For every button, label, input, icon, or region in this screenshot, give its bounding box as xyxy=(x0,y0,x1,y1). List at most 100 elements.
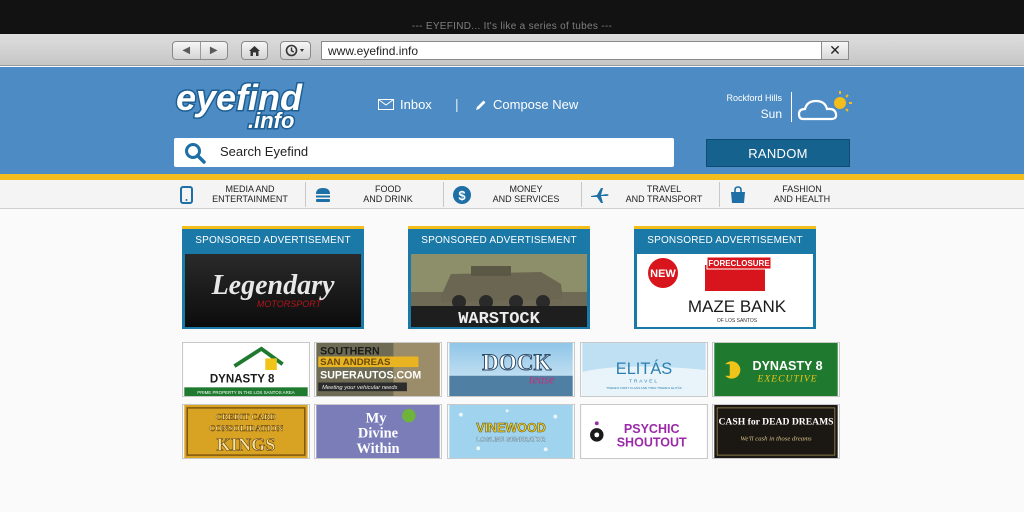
cck-line1: CREDIT CARD xyxy=(216,411,277,421)
category-label-line2: AND HEALTH xyxy=(773,194,831,204)
logo-bottom-text: .info xyxy=(248,108,294,132)
elitas-tagline: THERE'S FIRST CLASS AND THEN THERE'S ELI… xyxy=(606,386,681,390)
mdw-line2: Divine xyxy=(358,426,399,442)
svg-text:$: $ xyxy=(458,188,466,203)
tablet-icon xyxy=(180,186,193,204)
tile-docktease[interactable]: DOCK tease xyxy=(447,342,575,397)
legendary-title: Legendary xyxy=(211,270,335,301)
psychic-line1: PSYCHIC xyxy=(624,422,680,436)
tile-dynasty8[interactable]: DYNASTY 8 PRIME PROPERTY IN THE LOS SANT… xyxy=(182,342,310,397)
clock-icon xyxy=(285,44,304,57)
maze-bank-title: MAZE BANK xyxy=(688,297,787,316)
address-bar[interactable]: www.eyefind.info ✕ xyxy=(321,41,849,60)
compose-link[interactable]: Compose New xyxy=(475,97,578,112)
cfdd-subtitle: We'll cash in those dreams xyxy=(740,436,812,443)
tile-my-divine-within[interactable]: My Divine Within xyxy=(314,404,442,459)
back-button[interactable]: ◀ xyxy=(173,42,201,59)
inbox-label: Inbox xyxy=(400,97,432,112)
category-media-entertainment[interactable]: MEDIA AND ENTERTAINMENT xyxy=(170,180,304,209)
sponsored-ad-maze-bank[interactable]: SPONSORED ADVERTISEMENT NEW FORECLOSURE … xyxy=(634,226,816,329)
category-travel-transport[interactable]: TRAVEL AND TRANSPORT xyxy=(584,180,718,209)
tile-credit-card-kings[interactable]: CREDIT CARD CONSOLIDATION KINGS xyxy=(182,404,310,459)
compose-label: Compose New xyxy=(493,97,579,112)
category-label-line1: TRAVEL xyxy=(646,184,682,194)
envelope-icon xyxy=(378,99,394,110)
dollar-icon: $ xyxy=(453,186,471,204)
tile-dynasty8-executive[interactable]: DYNASTY 8 EXECUTIVE xyxy=(712,342,840,397)
random-button[interactable]: RANDOM xyxy=(706,139,850,167)
vinewood-title: VINEWOOD xyxy=(476,421,546,435)
tile-vinewood-logline[interactable]: VINEWOOD LOGLINE GENERATOR xyxy=(447,404,575,459)
vinewood-subtitle: LOGLINE GENERATOR xyxy=(477,437,546,444)
maze-bank-subtitle: OF LOS SANTOS xyxy=(717,318,758,324)
eyefind-logo[interactable]: eyefind .info xyxy=(174,78,320,132)
warstock-title: WARSTOCK xyxy=(458,310,540,327)
forward-button[interactable]: ▶ xyxy=(201,42,228,59)
category-label-line1: MEDIA AND xyxy=(225,184,275,194)
dynasty8-title: DYNASTY 8 xyxy=(210,374,275,386)
window-title: --- EYEFIND... It's like a series of tub… xyxy=(411,21,613,32)
superautos-line1: SOUTHERN xyxy=(320,346,379,358)
history-button[interactable] xyxy=(280,41,311,60)
cck-line2: CONSOLIDATION xyxy=(209,423,284,433)
superautos-tagline: Meeting your vehicular needs xyxy=(322,385,397,391)
tile-cash-for-dead-dreams[interactable]: CASH for DEAD DREAMS We'll cash in those… xyxy=(712,404,840,459)
search-icon xyxy=(185,143,206,164)
sponsored-ad-warstock[interactable]: SPONSORED ADVERTISEMENT WARSTOCK xyxy=(408,226,590,329)
home-icon xyxy=(249,45,260,56)
back-arrow-icon: ◀ xyxy=(182,45,191,56)
cfdd-title: CASH for DEAD DREAMS xyxy=(718,416,833,427)
close-icon: ✕ xyxy=(829,42,841,58)
sponsored-header: SPONSORED ADVERTISEMENT xyxy=(421,235,577,246)
category-label-line2: AND TRANSPORT xyxy=(625,194,703,204)
category-food-drink[interactable]: FOOD AND DRINK xyxy=(308,180,442,209)
sponsored-header: SPONSORED ADVERTISEMENT xyxy=(195,235,351,246)
mdw-line1: My xyxy=(366,410,388,426)
category-divider xyxy=(443,182,444,207)
superautos-line2: SAN ANDREAS xyxy=(320,357,391,368)
sponsored-header: SPONSORED ADVERTISEMENT xyxy=(647,235,803,246)
tile-superautos[interactable]: SOUTHERN SAN ANDREAS SUPERAUTOS.COM Meet… xyxy=(314,342,442,397)
maze-bank-banner: NEW FORECLOSURE MAZE BANK OF LOS SANTOS xyxy=(637,254,813,327)
home-button[interactable] xyxy=(241,41,268,60)
category-divider xyxy=(581,182,582,207)
clear-url-button[interactable]: ✕ xyxy=(821,42,848,59)
search-placeholder: Search Eyefind xyxy=(220,144,309,159)
tile-elitas[interactable]: ELITÁS TRAVEL THERE'S FIRST CLASS AND TH… xyxy=(580,342,708,397)
new-badge-text: NEW xyxy=(650,268,676,280)
cloud-sun-icon xyxy=(797,91,852,121)
forward-arrow-icon: ▶ xyxy=(209,45,218,56)
docktease-subtitle: tease xyxy=(529,372,555,386)
weather-divider xyxy=(791,92,792,122)
elitas-subtitle: TRAVEL xyxy=(629,379,659,385)
search-box[interactable]: Search Eyefind xyxy=(174,138,674,167)
weather-location: Rockford Hills xyxy=(726,93,782,103)
legendary-motorsport-banner: Legendary MOTORSPORT xyxy=(185,254,361,327)
weather-day: Sun xyxy=(760,107,782,121)
inbox-link[interactable]: Inbox xyxy=(378,97,432,112)
category-divider xyxy=(305,182,306,207)
bag-icon xyxy=(731,186,745,203)
category-label-line1: FOOD xyxy=(375,184,401,194)
plane-icon xyxy=(591,188,609,203)
category-label-line2: AND DRINK xyxy=(363,194,413,204)
sponsored-ad-legendary[interactable]: SPONSORED ADVERTISEMENT Legendary MOTORS… xyxy=(182,226,364,329)
category-divider xyxy=(719,182,720,207)
browser-toolbar: ◀ ▶ www.eyefind.info ✕ xyxy=(0,34,1024,66)
header-separator: | xyxy=(455,96,459,112)
cck-line3: KINGS xyxy=(217,434,276,454)
tile-psychic-shoutout[interactable]: PSYCHIC SHOUTOUT xyxy=(580,404,708,459)
foreclosure-text: FORECLOSURE xyxy=(708,259,770,268)
category-label-line2: AND SERVICES xyxy=(492,194,560,204)
window-titlebar: --- EYEFIND... It's like a series of tub… xyxy=(0,0,1024,34)
psychic-line2: SHOUTOUT xyxy=(617,435,687,449)
category-label-line1: FASHION xyxy=(782,184,822,194)
mdw-line3: Within xyxy=(356,441,399,457)
pencil-icon xyxy=(476,100,486,110)
category-money-services[interactable]: $ MONEY AND SERVICES xyxy=(446,180,580,209)
url-text: www.eyefind.info xyxy=(328,44,419,58)
category-label-line2: ENTERTAINMENT xyxy=(212,194,288,204)
category-fashion-health[interactable]: FASHION AND HEALTH xyxy=(722,180,856,209)
elitas-title: ELITÁS xyxy=(616,359,673,378)
executive-title: DYNASTY 8 xyxy=(753,359,823,373)
